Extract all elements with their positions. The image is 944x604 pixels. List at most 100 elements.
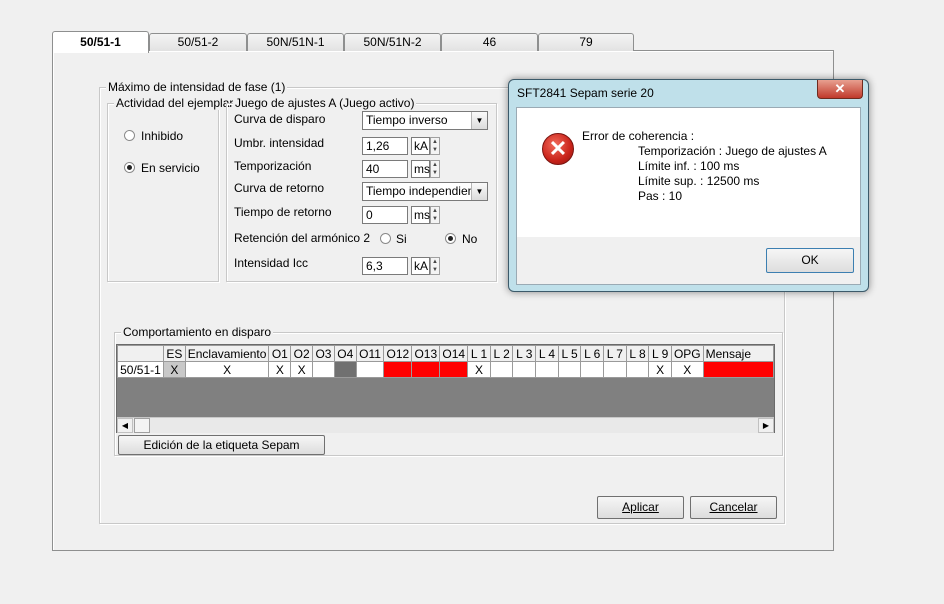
inhibido-radio[interactable] [124, 130, 135, 141]
grid-cell-o13[interactable] [411, 361, 441, 378]
grid-cell-o1[interactable]: X [268, 361, 292, 378]
grid-header-cell: L 2 [489, 345, 514, 362]
grid-header-cell: O13 [411, 345, 441, 362]
grid-cell-o14[interactable] [439, 361, 469, 378]
chevron-down-icon: ▼ [471, 183, 487, 200]
grid-cell-l6[interactable] [580, 361, 605, 378]
tab-50n-51n-1[interactable]: 50N/51N-1 [247, 33, 344, 51]
grid-row-label: 50/51-1 [117, 361, 164, 378]
temporizacion-label: Temporización [234, 159, 312, 173]
grid-cell-es[interactable]: X [162, 361, 186, 378]
scroll-left-icon[interactable]: ◀ [117, 418, 133, 433]
grid-cell-l4[interactable] [535, 361, 559, 378]
grid-header-cell: L 9 [648, 345, 672, 362]
message-line-5: Pas : 10 [638, 189, 683, 203]
icc-spinner[interactable]: ▲ ▼ [430, 257, 440, 275]
temporizacion-spinner[interactable]: ▲ ▼ [430, 160, 440, 178]
grid-header-cell: O14 [439, 345, 469, 362]
message-line-2: Temporización : Juego de ajustes A [638, 144, 827, 158]
umbral-unit: kA [411, 137, 430, 155]
grid-header-cell: L 8 [625, 345, 650, 362]
message-line-3: Límite inf. : 100 ms [638, 159, 740, 173]
curva-retorno-select[interactable]: Tiempo independiente ▼ [362, 182, 488, 201]
grid-cell-l3[interactable] [512, 361, 537, 378]
grid-cell-l5[interactable] [557, 361, 582, 378]
curva-retorno-label: Curva de retorno [234, 181, 325, 195]
en-servicio-label: En servicio [141, 161, 200, 175]
retencion-label: Retención del armónico 2 [234, 231, 371, 245]
grid-header-cell: O4 [333, 345, 357, 362]
grid-header-cell: L 3 [512, 345, 537, 362]
grid-header-cell: ES [162, 345, 186, 362]
icc-unit: kA [411, 257, 430, 275]
umbral-spinner[interactable]: ▲ ▼ [430, 137, 440, 155]
icc-input[interactable]: 6,3 [362, 257, 408, 275]
retencion-no-radio[interactable] [445, 233, 456, 244]
scroll-right-icon[interactable]: ▶ [758, 418, 774, 433]
tab-50n-51n-2[interactable]: 50N/51N-2 [344, 33, 441, 51]
retencion-si-radio[interactable] [380, 233, 391, 244]
dialog-title: SFT2841 Sepam serie 20 [517, 86, 654, 100]
grid-cell-l2[interactable] [489, 361, 514, 378]
grid-header-cell: L 6 [580, 345, 605, 362]
grid-cell-o2[interactable]: X [290, 361, 314, 378]
grid-header-cell: O1 [268, 345, 292, 362]
chevron-down-icon: ▼ [471, 112, 487, 129]
grid-header-cell: OPG [670, 345, 704, 362]
retencion-no-label: No [462, 232, 478, 246]
grid-cell-o12[interactable] [383, 361, 413, 378]
grid-header-cell: Enclavamiento [184, 345, 270, 362]
grid-cell-l8[interactable] [625, 361, 650, 378]
inhibido-label: Inhibido [141, 129, 184, 143]
tab-79[interactable]: 79 [538, 33, 634, 51]
icc-label: Intensidad Icc [234, 256, 309, 270]
grid-header-row: ES Enclavamiento O1 O2 O3 O4 O11 O12 O13… [117, 345, 774, 362]
grid-header-cell: L 5 [557, 345, 582, 362]
apply-button[interactable]: Aplicar [597, 496, 684, 519]
close-icon[interactable]: ✕ [817, 80, 863, 99]
error-dialog: SFT2841 Sepam serie 20 ✕ ✕ Error de cohe… [508, 79, 869, 292]
tab-46[interactable]: 46 [441, 33, 538, 51]
message-line-1: Error de coherencia : [582, 129, 695, 143]
umbral-input[interactable]: 1,26 [362, 137, 408, 155]
scroll-thumb[interactable] [134, 418, 150, 433]
grid-horizontal-scrollbar[interactable]: ◀ ▶ [117, 417, 774, 433]
message-line-4: Límite sup. : 12500 ms [638, 174, 760, 188]
grid-cell-opg[interactable]: X [670, 361, 704, 378]
grid-header-cell: Mensaje [702, 345, 774, 362]
tab-50-51-1[interactable]: 50/51-1 [52, 31, 149, 53]
tab-50-51-2[interactable]: 50/51-2 [149, 33, 247, 51]
retencion-si-label: Si [396, 232, 407, 246]
edit-sepam-label-button[interactable]: Edición de la etiqueta Sepam [118, 435, 325, 455]
temporizacion-input[interactable]: 40 [362, 160, 408, 178]
error-icon: ✕ [542, 133, 574, 165]
grid-header-cell [117, 345, 164, 362]
grid-header-cell: L 1 [467, 345, 491, 362]
tiempo-retorno-spinner[interactable]: ▲ ▼ [430, 206, 440, 224]
behavior-title: Comportamiento en disparo [121, 325, 274, 339]
cancel-button[interactable]: Cancelar [690, 496, 777, 519]
phase-overcurrent-title: Máximo de intensidad de fase (1) [106, 80, 288, 94]
grid-cell-l1[interactable]: X [467, 361, 491, 378]
tiempo-retorno-label: Tiempo de retorno [234, 205, 332, 219]
umbral-label: Umbr. intensidad [234, 136, 325, 150]
grid-header-cell: O3 [312, 345, 335, 362]
grid-cell-o4[interactable] [333, 361, 357, 378]
grid-header-cell: O2 [290, 345, 314, 362]
grid-cell-mensaje[interactable] [702, 361, 774, 378]
grid-cell-l7[interactable] [603, 361, 627, 378]
grid-header-cell: O12 [383, 345, 413, 362]
dialog-message-area: ✕ Error de coherencia : Temporización : … [517, 108, 860, 237]
en-servicio-radio[interactable] [124, 162, 135, 173]
tiempo-retorno-unit: ms [411, 206, 430, 224]
curva-disparo-select[interactable]: Tiempo inverso ▼ [362, 111, 488, 130]
grid-cell-o3[interactable] [312, 361, 335, 378]
grid-cell-o11[interactable] [355, 361, 385, 378]
grid-cell-enclavamiento[interactable]: X [184, 361, 270, 378]
dialog-body: ✕ Error de coherencia : Temporización : … [516, 107, 861, 285]
tiempo-retorno-input[interactable]: 0 [362, 206, 408, 224]
ok-button[interactable]: OK [766, 248, 854, 273]
grid-cell-l9[interactable]: X [648, 361, 672, 378]
table-row: 50/51-1 X X X X X X X [117, 361, 774, 378]
activity-title: Actividad del ejemplar [114, 96, 236, 110]
